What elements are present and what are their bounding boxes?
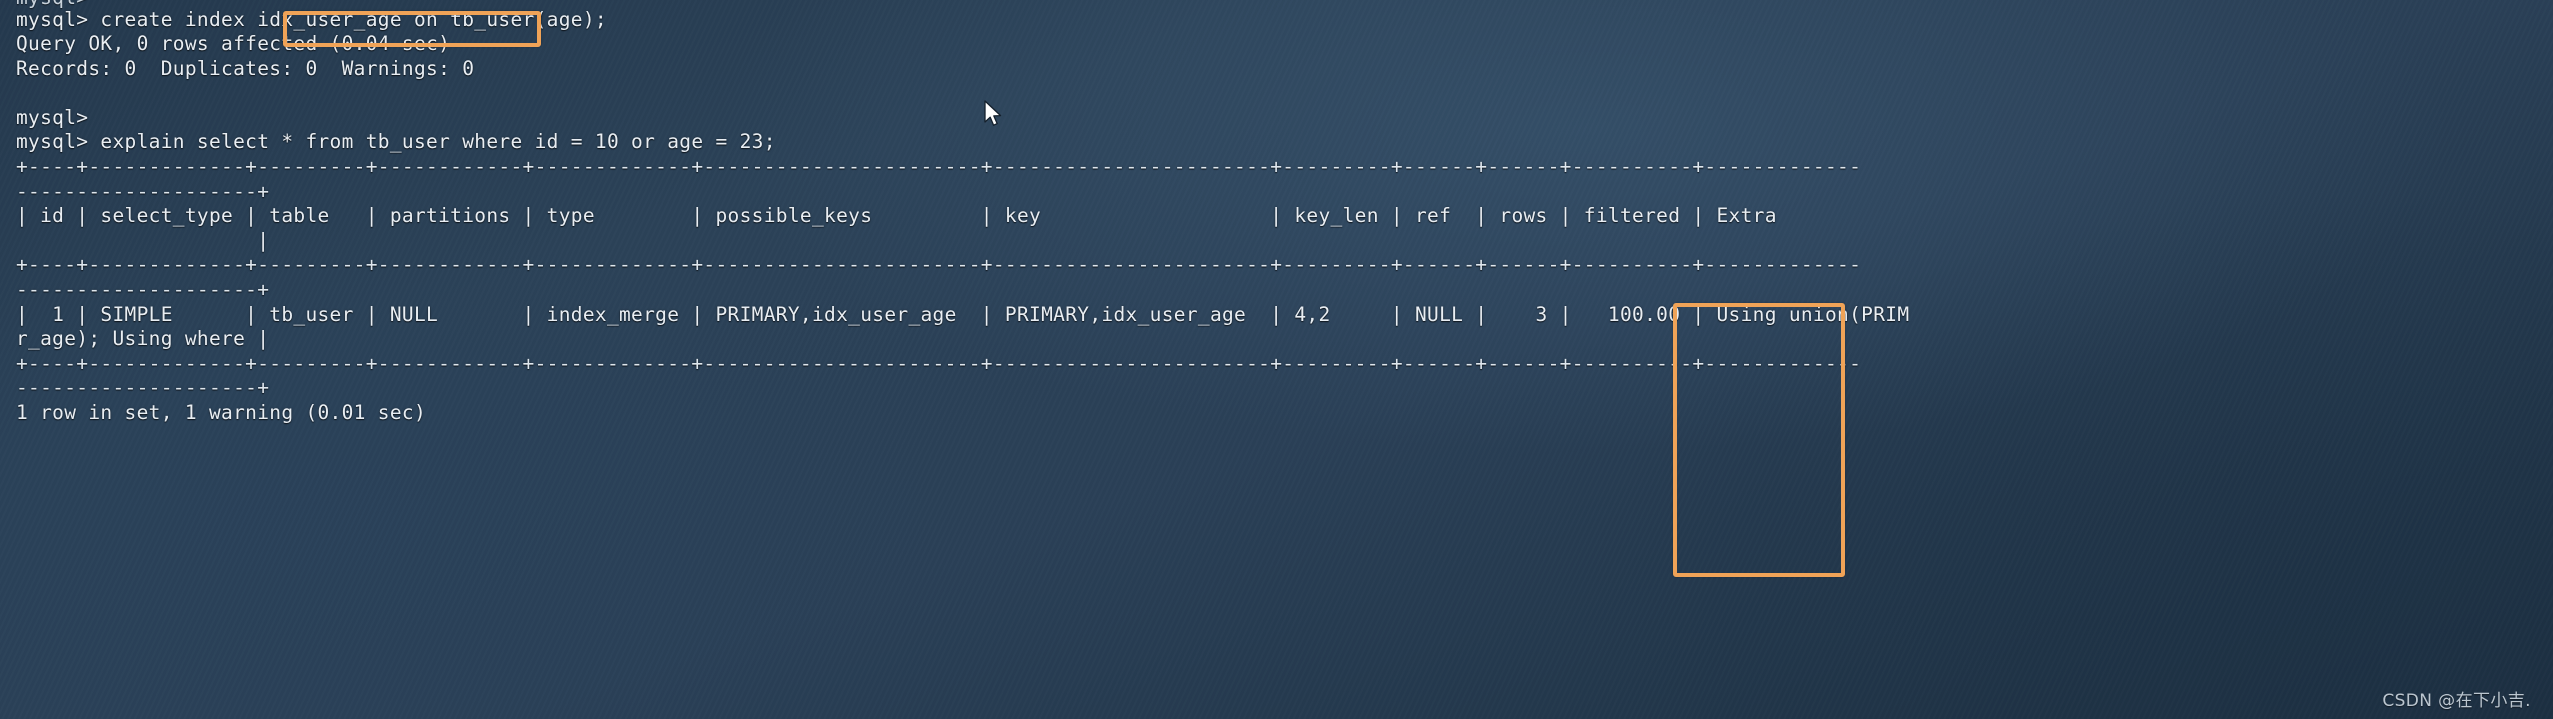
table-row-wrap: r_age); Using where | [16,327,270,351]
terminal-line: mysql> [16,105,89,129]
table-header-row-wrap: | [16,228,270,252]
terminal-line: mysql> explain select * from tb_user whe… [16,130,776,154]
clipped-prompt-line: mysql> [16,0,88,11]
table-separator-line: +----+-------------+---------+----------… [16,253,1862,277]
table-separator-line: +----+-------------+---------+----------… [16,351,1862,375]
terminal-line: mysql> create index idx_user_age on tb_u… [16,7,607,31]
terminal-output[interactable]: mysql> create index idx_user_age on tb_u… [0,8,1909,426]
result-footer-line: 1 row in set, 1 warning (0.01 sec) [16,401,427,424]
csdn-watermark: CSDN @在下小吉. [2382,691,2531,711]
table-header-row: | id | select_type | table | partitions … [16,204,1777,228]
table-separator-line-wrap: --------------------+ [16,278,270,302]
table-separator-line-wrap: --------------------+ [16,376,270,400]
terminal-window[interactable]: mysql> mysql> create index idx_user_age … [0,0,2553,719]
table-separator-line: +----+-------------+---------+----------… [16,155,1862,179]
mouse-arrow-cursor [984,100,1002,126]
terminal-line: Query OK, 0 rows affected (0.04 sec) [16,32,451,56]
terminal-line: Records: 0 Duplicates: 0 Warnings: 0 [16,56,475,80]
table-separator-line-wrap: --------------------+ [16,179,270,203]
table-row: | 1 | SIMPLE | tb_user | NULL | index_me… [16,302,1910,326]
